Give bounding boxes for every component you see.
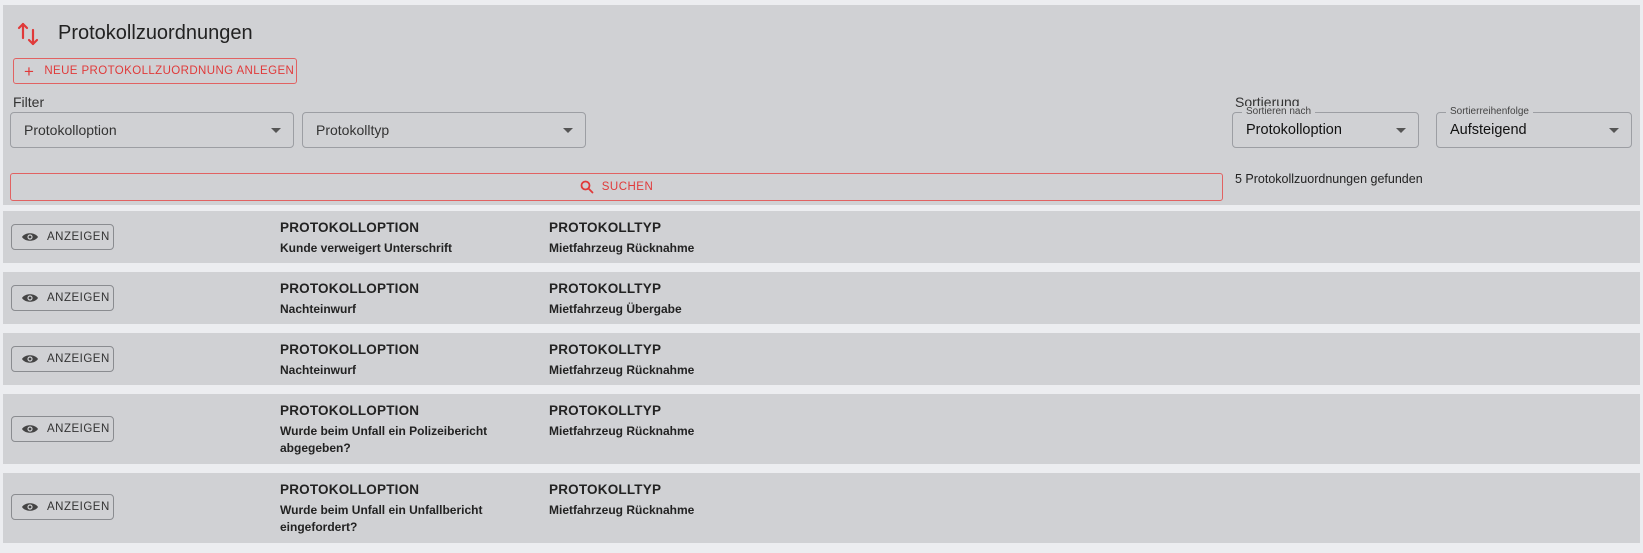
option-value: Wurde beim Unfall ein Polizeibericht abg… — [280, 424, 488, 455]
list-item: ANZEIGEN PROTOKOLLOPTION Nachteinwurf PR… — [3, 333, 1640, 385]
search-icon — [580, 180, 594, 194]
show-button-label: ANZEIGEN — [47, 353, 110, 365]
type-value: Mietfahrzeug Rücknahme — [549, 241, 695, 255]
option-value: Wurde beim Unfall ein Unfallbericht eing… — [280, 503, 483, 534]
protocol-type-filter-select[interactable]: Protokolltyp — [302, 112, 586, 148]
type-value: Mietfahrzeug Rücknahme — [549, 424, 695, 438]
type-header: PROTOKOLLTYP — [549, 342, 662, 357]
option-column: PROTOKOLLOPTION Wurde beim Unfall ein Po… — [280, 403, 505, 457]
sort-by-select[interactable]: Sortieren nach Protokolloption — [1232, 106, 1419, 148]
type-column: PROTOKOLLTYP Mietfahrzeug Rücknahme — [549, 220, 789, 257]
option-header: PROTOKOLLOPTION — [280, 281, 420, 296]
type-header: PROTOKOLLTYP — [549, 403, 662, 418]
protocol-type-placeholder: Protokolltyp — [316, 122, 390, 138]
show-button[interactable]: ANZEIGEN — [11, 285, 114, 311]
list-item: ANZEIGEN PROTOKOLLOPTION Nachteinwurf PR… — [3, 272, 1640, 324]
show-button-label: ANZEIGEN — [47, 423, 110, 435]
protocol-option-placeholder: Protokolloption — [24, 122, 117, 138]
type-column: PROTOKOLLTYP Mietfahrzeug Übergabe — [549, 281, 789, 318]
show-button[interactable]: ANZEIGEN — [11, 224, 114, 250]
type-value: Mietfahrzeug Rücknahme — [549, 363, 695, 377]
page-title: Protokollzuordnungen — [58, 22, 253, 44]
sort-order-label: Sortierreihenfolge — [1446, 106, 1533, 118]
show-button-label: ANZEIGEN — [47, 501, 110, 513]
sort-order-select[interactable]: Sortierreihenfolge Aufsteigend — [1436, 106, 1632, 148]
type-header: PROTOKOLLTYP — [549, 281, 662, 296]
option-column: PROTOKOLLOPTION Wurde beim Unfall ein Un… — [280, 482, 505, 536]
show-button[interactable]: ANZEIGEN — [11, 416, 114, 442]
show-button[interactable]: ANZEIGEN — [11, 346, 114, 372]
result-count: 5 Protokollzuordnungen gefunden — [1235, 172, 1423, 186]
list-item: ANZEIGEN PROTOKOLLOPTION Wurde beim Unfa… — [3, 473, 1640, 543]
option-value: Kunde verweigert Unterschrift — [280, 241, 453, 255]
chevron-down-icon — [563, 128, 573, 133]
option-header: PROTOKOLLOPTION — [280, 220, 420, 235]
new-protocol-assignment-button[interactable]: + NEUE PROTOKOLLZUORDNUNG ANLEGEN — [13, 58, 297, 84]
show-button-label: ANZEIGEN — [47, 292, 110, 304]
list-item: ANZEIGEN PROTOKOLLOPTION Kunde verweiger… — [3, 211, 1640, 263]
chevron-down-icon — [1396, 128, 1406, 133]
type-column: PROTOKOLLTYP Mietfahrzeug Rücknahme — [549, 403, 789, 440]
type-header: PROTOKOLLTYP — [549, 220, 662, 235]
type-column: PROTOKOLLTYP Mietfahrzeug Rücknahme — [549, 482, 789, 519]
type-column: PROTOKOLLTYP Mietfahrzeug Rücknahme — [549, 342, 789, 379]
show-button[interactable]: ANZEIGEN — [11, 494, 114, 520]
option-value: Nachteinwurf — [280, 363, 357, 377]
search-button-label: SUCHEN — [601, 181, 654, 193]
eye-icon — [22, 425, 38, 433]
option-column: PROTOKOLLOPTION Kunde verweigert Untersc… — [280, 220, 520, 257]
type-value: Mietfahrzeug Übergabe — [549, 302, 682, 316]
swap-vertical-icon — [17, 22, 39, 46]
type-value: Mietfahrzeug Rücknahme — [549, 503, 695, 517]
chevron-down-icon — [1609, 128, 1619, 133]
protocol-option-filter-select[interactable]: Protokolloption — [10, 112, 294, 148]
eye-icon — [22, 294, 38, 302]
show-button-label: ANZEIGEN — [47, 231, 110, 243]
new-button-label: NEUE PROTOKOLLZUORDNUNG ANLEGEN — [44, 65, 295, 77]
search-button[interactable]: SUCHEN — [10, 173, 1223, 201]
list-item: ANZEIGEN PROTOKOLLOPTION Wurde beim Unfa… — [3, 394, 1640, 464]
option-header: PROTOKOLLOPTION — [280, 403, 420, 418]
sort-order-value: Aufsteigend — [1450, 122, 1527, 138]
option-header: PROTOKOLLOPTION — [280, 342, 420, 357]
filter-label: Filter — [13, 94, 45, 110]
eye-icon — [22, 503, 38, 511]
type-header: PROTOKOLLTYP — [549, 482, 662, 497]
plus-icon: + — [24, 61, 35, 81]
option-header: PROTOKOLLOPTION — [280, 482, 420, 497]
sort-by-value: Protokolloption — [1246, 122, 1342, 138]
option-column: PROTOKOLLOPTION Nachteinwurf — [280, 281, 520, 318]
sort-by-label: Sortieren nach — [1242, 106, 1316, 118]
chevron-down-icon — [271, 128, 281, 133]
eye-icon — [22, 355, 38, 363]
option-value: Nachteinwurf — [280, 302, 357, 316]
eye-icon — [22, 233, 38, 241]
option-column: PROTOKOLLOPTION Nachteinwurf — [280, 342, 520, 379]
